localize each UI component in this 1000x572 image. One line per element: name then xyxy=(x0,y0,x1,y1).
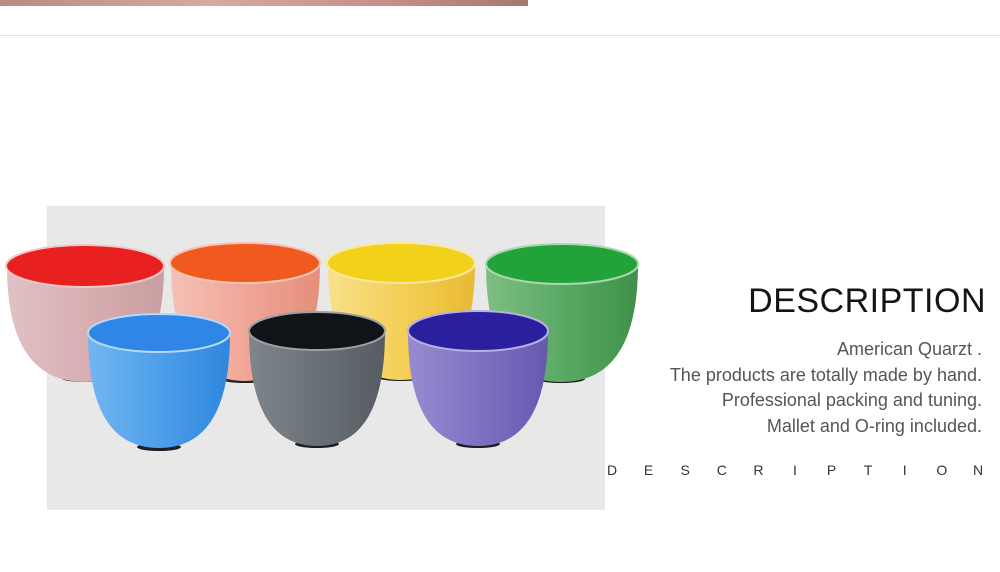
purple-bowl-icon xyxy=(407,310,549,448)
spaced-letter: O xyxy=(936,462,948,478)
spaced-letter: T xyxy=(863,462,873,478)
description-line: Mallet and O-ring included. xyxy=(766,415,982,436)
description-spaced-label: D E S C R I P T I O N xyxy=(607,462,983,478)
spaced-letter: E xyxy=(643,462,654,478)
blue-bowl-icon xyxy=(87,313,231,451)
black-bowl-icon xyxy=(248,311,386,448)
spaced-letter: C xyxy=(716,462,727,478)
spaced-letter: R xyxy=(753,462,764,478)
description-line: The products are totally made by hand. xyxy=(669,364,982,385)
description-text: American Quarzt . The products are total… xyxy=(670,337,982,439)
spaced-letter: I xyxy=(902,462,907,478)
description-line: American Quarzt . xyxy=(836,339,982,359)
description-line: Professional packing and tuning. xyxy=(721,390,982,410)
spaced-letter: P xyxy=(826,462,837,478)
spaced-letter: D xyxy=(607,462,618,478)
spaced-letter: N xyxy=(972,462,984,478)
spaced-letter: I xyxy=(793,462,797,478)
description-heading: DESCRIPTION xyxy=(748,282,986,320)
spaced-letter: S xyxy=(680,462,690,478)
